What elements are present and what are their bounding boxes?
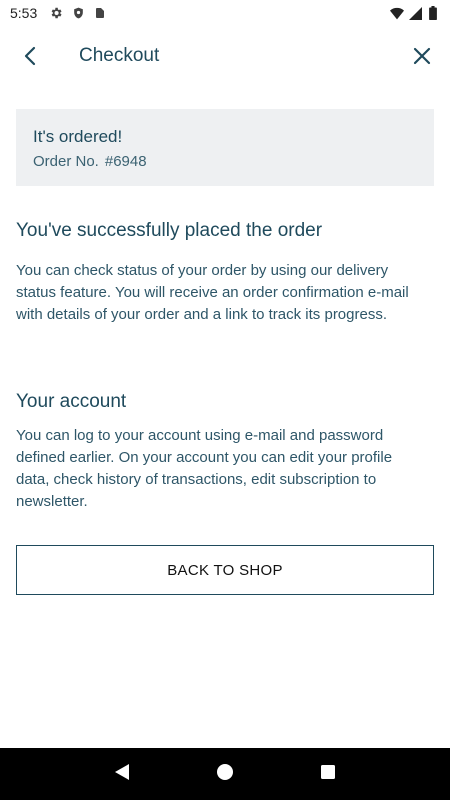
home-circle-icon — [216, 763, 234, 786]
order-confirmation-box: It's ordered! Order No. #6948 — [16, 109, 434, 186]
success-heading: You've successfully placed the order — [16, 220, 323, 241]
wifi-icon — [390, 6, 404, 20]
nav-home-button[interactable] — [205, 754, 245, 794]
status-left: 5:53 — [10, 5, 107, 21]
battery-icon — [426, 6, 440, 20]
shield-icon — [71, 6, 85, 20]
success-text: You can check status of your order by us… — [16, 262, 409, 323]
app-bar: Checkout — [0, 26, 450, 88]
back-button[interactable] — [14, 42, 46, 74]
gear-icon — [49, 6, 63, 20]
order-title: It's ordered! — [33, 127, 123, 146]
back-to-shop-button[interactable]: BACK TO SHOP — [16, 545, 434, 595]
order-number-label: Order No. — [33, 153, 99, 170]
status-time: 5:53 — [10, 5, 38, 21]
back-triangle-icon — [114, 763, 130, 786]
close-button[interactable] — [406, 42, 438, 74]
order-number-value: #6948 — [104, 153, 147, 170]
nav-recents-button[interactable] — [308, 754, 348, 794]
account-text: You can log to your account using e-mail… — [16, 427, 393, 510]
account-heading: Your account — [16, 391, 127, 412]
nav-back-button[interactable] — [102, 754, 142, 794]
sd-card-icon — [93, 6, 107, 20]
system-nav-bar — [0, 748, 450, 800]
order-number-row: Order No. #6948 — [33, 153, 417, 170]
close-icon — [413, 47, 431, 70]
status-bar: 5:53 — [0, 0, 450, 26]
recents-square-icon — [320, 764, 336, 785]
status-right — [390, 6, 440, 20]
signal-icon — [408, 6, 422, 20]
page-title: Checkout — [79, 45, 160, 66]
chevron-left-icon — [22, 46, 38, 71]
